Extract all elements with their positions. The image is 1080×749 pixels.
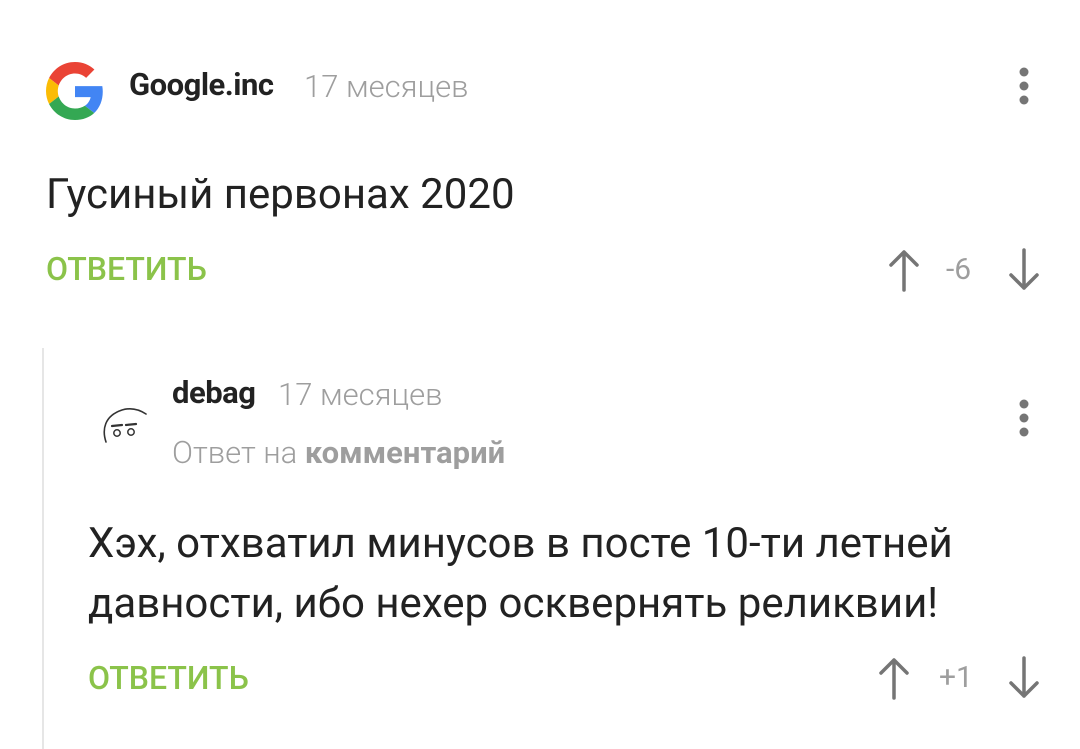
reply-button[interactable]: ОТВЕТИТЬ (46, 250, 207, 288)
face-sketch-icon[interactable] (100, 402, 152, 454)
arrow-down-icon[interactable] (1006, 246, 1042, 294)
comment-time: 17 месяцев (304, 68, 469, 105)
more-vertical-icon[interactable] (1008, 396, 1040, 444)
more-vertical-icon[interactable] (1008, 64, 1040, 112)
reply-to-line: Ответ на комментарий (172, 434, 505, 471)
reply-to-prefix: Ответ на (172, 434, 298, 471)
reply-to-link[interactable]: комментарий (305, 434, 505, 471)
arrow-down-icon[interactable] (1006, 654, 1042, 702)
reply-button[interactable]: ОТВЕТИТЬ (88, 659, 249, 697)
thread-line (42, 348, 44, 749)
arrow-up-icon[interactable] (876, 654, 912, 702)
comment-author[interactable]: Google.inc (129, 66, 274, 103)
comment-author[interactable]: debag (172, 374, 256, 411)
vote-score: -6 (946, 252, 972, 287)
google-logo-icon[interactable] (46, 62, 104, 120)
arrow-up-icon[interactable] (886, 246, 922, 294)
comment-time: 17 месяцев (278, 376, 443, 413)
comment-text: Гусиный первонах 2020 (46, 170, 515, 219)
vote-score: +1 (939, 660, 973, 695)
comment-text: Хэх, отхватил минусов в посте 10-ти летн… (88, 519, 953, 628)
